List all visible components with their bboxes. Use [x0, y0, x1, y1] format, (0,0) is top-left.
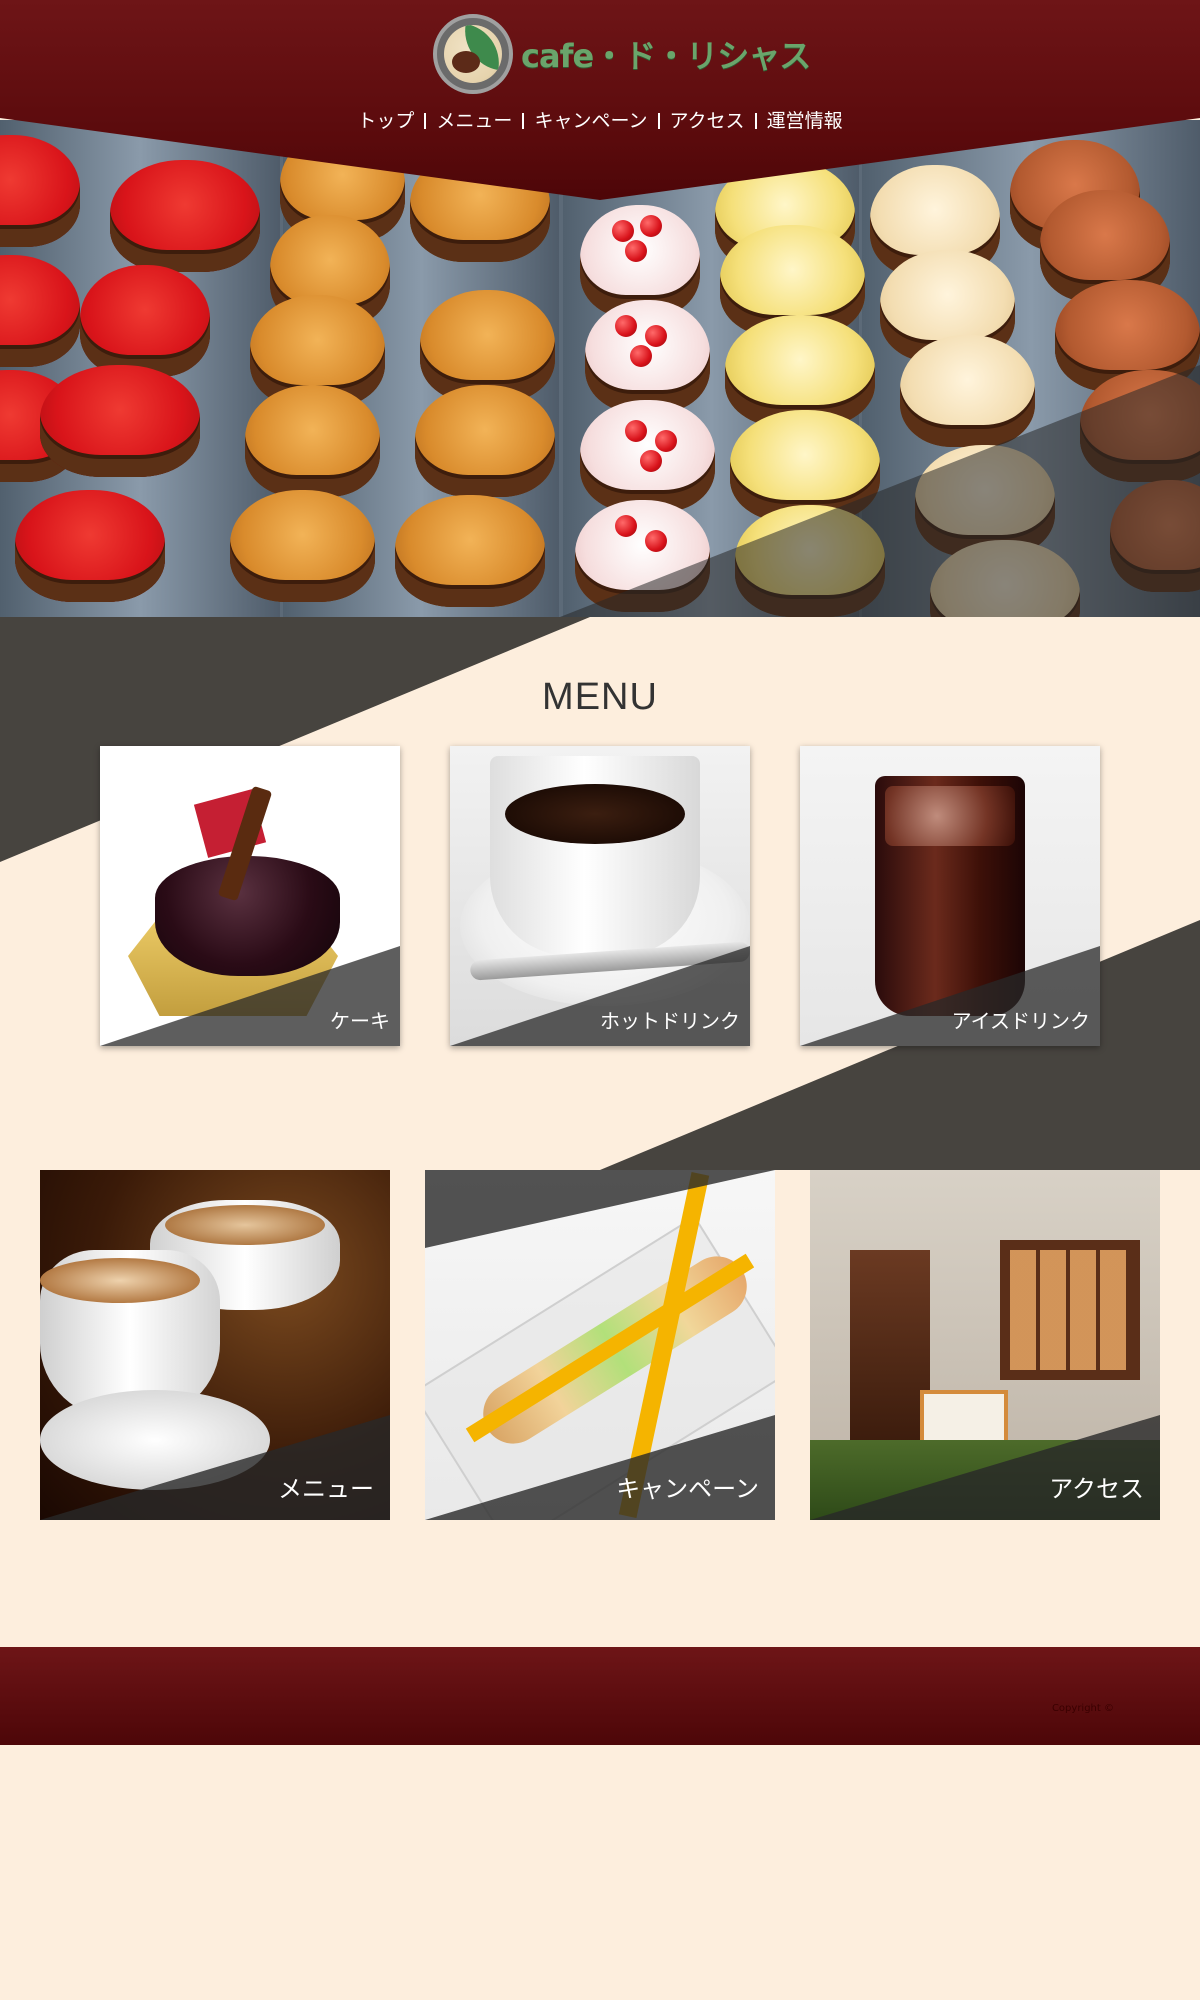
- coffee-leaf-logo-icon: [433, 14, 513, 94]
- tile-menu[interactable]: メニュー: [40, 1170, 390, 1520]
- tile-campaign[interactable]: キャンペーン: [425, 1170, 775, 1520]
- main-nav: トップ メニュー キャンペーン アクセス 運営情報: [0, 108, 1200, 134]
- nav-company-info[interactable]: 運営情報: [757, 108, 853, 134]
- site-logo[interactable]: cafe・ド・リシャス: [433, 14, 811, 94]
- menu-card-label: アイスドリンク: [951, 1009, 1090, 1033]
- tile-access[interactable]: アクセス: [810, 1170, 1160, 1520]
- nav-access[interactable]: アクセス: [660, 108, 755, 134]
- nav-campaign[interactable]: キャンペーン: [524, 108, 657, 134]
- nav-top[interactable]: トップ: [347, 108, 424, 134]
- menu-heading: MENU: [542, 676, 658, 718]
- menu-card-hot-drink[interactable]: ホットドリンク: [450, 746, 750, 1046]
- menu-card-label: ホットドリンク: [600, 1009, 740, 1033]
- tile-label: キャンペーン: [616, 1475, 759, 1503]
- tile-label: メニュー: [278, 1475, 374, 1503]
- menu-card-label: ケーキ: [330, 1009, 390, 1033]
- logo-text: cafe・ド・リシャス: [521, 37, 811, 75]
- site-footer: Copyright ©: [0, 1647, 1200, 1745]
- copyright-text: Copyright ©: [1051, 1703, 1114, 1714]
- nav-menu[interactable]: メニュー: [426, 108, 522, 134]
- menu-card-iced-drink[interactable]: アイスドリンク: [800, 746, 1100, 1046]
- menu-card-cake[interactable]: ケーキ: [100, 746, 400, 1046]
- tile-label: アクセス: [1049, 1475, 1144, 1503]
